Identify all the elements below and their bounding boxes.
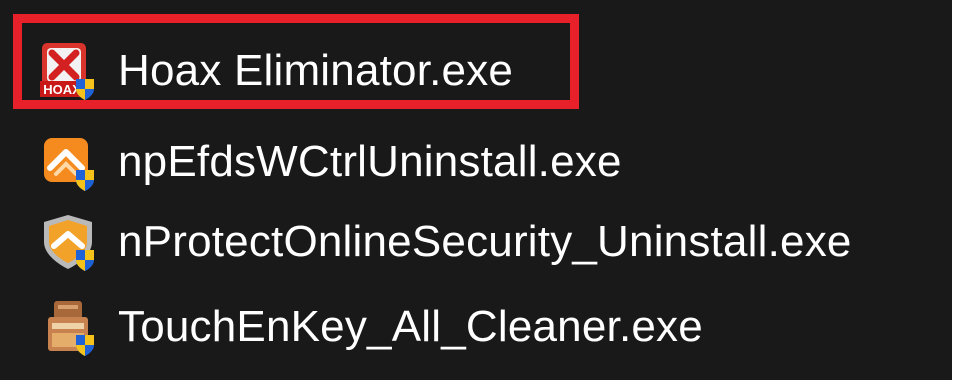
file-name: nProtectOnlineSecurity_Uninstall.exe	[118, 217, 852, 266]
file-item-hoax-eliminator[interactable]: HOAX Hoax Eliminator.exe	[38, 38, 513, 104]
hoax-eliminator-icon: HOAX	[38, 41, 98, 101]
file-name: TouchEnKey_All_Cleaner.exe	[118, 302, 703, 351]
file-name: Hoax Eliminator.exe	[118, 46, 514, 95]
file-name: npEfdsWCtrlUninstall.exe	[118, 137, 622, 186]
file-item-nprotect-security-uninstall[interactable]: nProtectOnlineSecurity_Uninstall.exe	[38, 209, 852, 275]
nprotect-security-shield-icon	[38, 212, 98, 272]
hoax-badge-text: HOAX	[43, 82, 81, 97]
npefds-uninstall-icon	[38, 132, 98, 192]
file-list-panel: HOAX Hoax Eliminator.exe npEfdsWCtrlUnin…	[0, 0, 952, 380]
touchenkey-cleaner-icon	[38, 297, 98, 357]
file-item-npefds-uninstall[interactable]: npEfdsWCtrlUninstall.exe	[38, 129, 622, 195]
file-item-touchenkey-cleaner[interactable]: TouchEnKey_All_Cleaner.exe	[38, 294, 703, 360]
